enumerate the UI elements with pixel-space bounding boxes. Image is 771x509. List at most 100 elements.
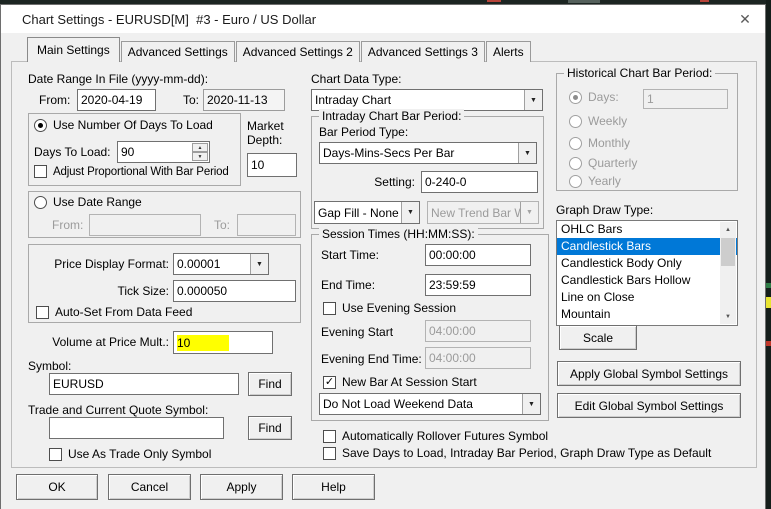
- chart-mark-grey: [568, 0, 600, 3]
- close-icon[interactable]: ✕: [734, 9, 756, 29]
- days-label: Days:: [588, 90, 619, 104]
- tab-advanced-settings-2[interactable]: Advanced Settings 2: [235, 41, 360, 62]
- udr-from-field[interactable]: [89, 214, 201, 236]
- symbol-field[interactable]: EURUSD: [49, 373, 239, 395]
- udr-from-label: From:: [52, 218, 84, 232]
- chart-candle-green: [766, 283, 771, 288]
- start-time-field[interactable]: 00:00:00: [425, 244, 531, 266]
- cancel-button[interactable]: Cancel: [108, 474, 191, 500]
- from-date-field[interactable]: 2020-04-19: [77, 89, 156, 111]
- scale-button[interactable]: Scale: [559, 325, 637, 350]
- volume-mult-field[interactable]: 10: [173, 331, 273, 354]
- list-item-selected[interactable]: Candlestick Bars: [557, 238, 737, 255]
- new-trend-bar-combo[interactable]: New Trend Bar W ▼: [427, 201, 539, 224]
- yearly-label: Yearly: [588, 174, 621, 188]
- tab-advanced-settings-3[interactable]: Advanced Settings 3: [360, 41, 485, 62]
- graph-draw-type-listbox[interactable]: OHLC Bars Candlestick Bars Candlestick B…: [556, 220, 738, 326]
- price-display-format-value: 0.00001: [177, 257, 221, 271]
- gap-fill-combo[interactable]: Gap Fill - None ▼: [314, 201, 420, 224]
- find-symbol-button[interactable]: Find: [248, 372, 292, 396]
- help-button[interactable]: Help: [292, 474, 375, 500]
- scroll-up-icon[interactable]: ▲: [720, 222, 736, 237]
- new-bar-session-checkbox[interactable]: ✓ New Bar At Session Start: [323, 375, 477, 389]
- spinner-down-icon[interactable]: ▼: [192, 152, 208, 161]
- rollover-futures-checkbox[interactable]: Automatically Rollover Futures Symbol: [323, 429, 548, 443]
- monthly-label: Monthly: [588, 136, 631, 150]
- chart-data-type-combo[interactable]: Intraday Chart ▼: [311, 89, 543, 111]
- scroll-down-icon[interactable]: ▼: [720, 309, 736, 324]
- udr-to-field[interactable]: [237, 214, 296, 236]
- use-evening-session-checkbox[interactable]: Use Evening Session: [323, 301, 456, 315]
- edit-global-symbol-settings-button[interactable]: Edit Global Symbol Settings: [557, 393, 741, 418]
- start-time-label: Start Time:: [321, 248, 380, 262]
- listbox-scrollbar[interactable]: ▲ ▼: [720, 222, 736, 324]
- tick-size-field[interactable]: 0.000050: [173, 280, 296, 302]
- setting-field[interactable]: 0-240-0: [421, 171, 538, 193]
- use-date-range-label: Use Date Range: [53, 195, 142, 209]
- window-title: Chart Settings - EURUSD[M] #3 - Euro / U…: [22, 12, 317, 27]
- evening-end-field[interactable]: 04:00:00: [425, 347, 531, 369]
- rollover-futures-label: Automatically Rollover Futures Symbol: [342, 429, 549, 443]
- historical-group-title: Historical Chart Bar Period:: [564, 66, 716, 80]
- monthly-radio[interactable]: Monthly: [569, 136, 630, 150]
- apply-button[interactable]: Apply: [200, 474, 283, 500]
- quarterly-radio[interactable]: Quarterly: [569, 156, 637, 170]
- evening-start-field[interactable]: 04:00:00: [425, 320, 531, 342]
- intraday-group-title: Intraday Chart Bar Period:: [319, 109, 465, 123]
- list-item[interactable]: Mountain: [557, 306, 737, 323]
- tab-advanced-settings[interactable]: Advanced Settings: [120, 41, 235, 62]
- checkbox-empty-icon: [34, 165, 47, 178]
- days-count-field[interactable]: 1: [643, 89, 728, 109]
- radio-disabled-icon: [569, 136, 582, 150]
- radio-disabled-icon: [569, 114, 582, 128]
- chevron-down-icon[interactable]: ▼: [522, 394, 540, 414]
- list-item[interactable]: OHLC Bars: [557, 221, 737, 238]
- tab-alerts[interactable]: Alerts: [485, 41, 531, 62]
- chevron-down-icon[interactable]: ▼: [520, 202, 538, 223]
- yearly-radio[interactable]: Yearly: [569, 174, 621, 188]
- chevron-down-icon[interactable]: ▼: [524, 90, 542, 110]
- ok-button[interactable]: OK: [16, 474, 98, 500]
- quarterly-label: Quarterly: [588, 156, 638, 170]
- new-trend-bar-value: New Trend Bar W: [431, 205, 520, 220]
- end-time-label: End Time:: [321, 278, 376, 292]
- chevron-down-icon[interactable]: ▼: [250, 254, 268, 274]
- setting-label: Setting:: [374, 175, 415, 189]
- days-to-load-spinner[interactable]: ▲ ▼: [192, 143, 208, 161]
- list-item[interactable]: Line on Close: [557, 289, 737, 306]
- bar-period-type-value: Days-Mins-Secs Per Bar: [323, 146, 455, 160]
- days-to-load-label: Days To Load:: [34, 145, 111, 159]
- checkbox-empty-icon: [36, 305, 49, 319]
- scrollbar-thumb[interactable]: [721, 238, 735, 266]
- save-defaults-label: Save Days to Load, Intraday Bar Period, …: [342, 446, 712, 460]
- price-display-format-combo[interactable]: 0.00001 ▼: [173, 253, 269, 275]
- weekend-data-combo[interactable]: Do Not Load Weekend Data ▼: [319, 393, 541, 415]
- chevron-down-icon[interactable]: ▼: [401, 202, 419, 223]
- use-trade-only-checkbox[interactable]: Use As Trade Only Symbol: [49, 447, 211, 461]
- find-trade-symbol-button[interactable]: Find: [248, 416, 292, 440]
- save-defaults-checkbox[interactable]: Save Days to Load, Intraday Bar Period, …: [323, 446, 711, 460]
- weekly-radio[interactable]: Weekly: [569, 114, 627, 128]
- market-depth-field[interactable]: 10: [247, 153, 297, 177]
- trade-symbol-field[interactable]: [49, 417, 224, 439]
- apply-global-symbol-settings-button[interactable]: Apply Global Symbol Settings: [557, 361, 741, 386]
- list-item[interactable]: Candlestick Bars Hollow: [557, 272, 737, 289]
- chevron-down-icon[interactable]: ▼: [518, 143, 536, 163]
- screen: Chart Settings - EURUSD[M] #3 - Euro / U…: [0, 0, 771, 509]
- from-label: From:: [39, 93, 71, 107]
- list-item[interactable]: Candlestick Body Only: [557, 255, 737, 272]
- bar-period-type-combo[interactable]: Days-Mins-Secs Per Bar ▼: [319, 142, 537, 164]
- use-evening-session-label: Use Evening Session: [342, 301, 457, 315]
- tick-size-label: Tick Size:: [117, 284, 169, 298]
- use-date-range-radio[interactable]: Use Date Range: [34, 195, 142, 209]
- end-time-field[interactable]: 23:59:59: [425, 274, 531, 296]
- use-number-of-days-radio[interactable]: Use Number Of Days To Load: [34, 118, 213, 132]
- chart-mark-red-2: [700, 0, 709, 2]
- auto-set-checkbox[interactable]: Auto-Set From Data Feed: [36, 305, 192, 319]
- days-radio[interactable]: Days:: [569, 90, 619, 104]
- to-date-field[interactable]: 2020-11-13: [203, 89, 285, 111]
- days-to-load-field[interactable]: 90 ▲ ▼: [117, 141, 210, 163]
- adjust-proportional-checkbox[interactable]: Adjust Proportional With Bar Period: [34, 165, 229, 178]
- spinner-up-icon[interactable]: ▲: [192, 143, 208, 152]
- tab-main-settings[interactable]: Main Settings: [27, 37, 120, 62]
